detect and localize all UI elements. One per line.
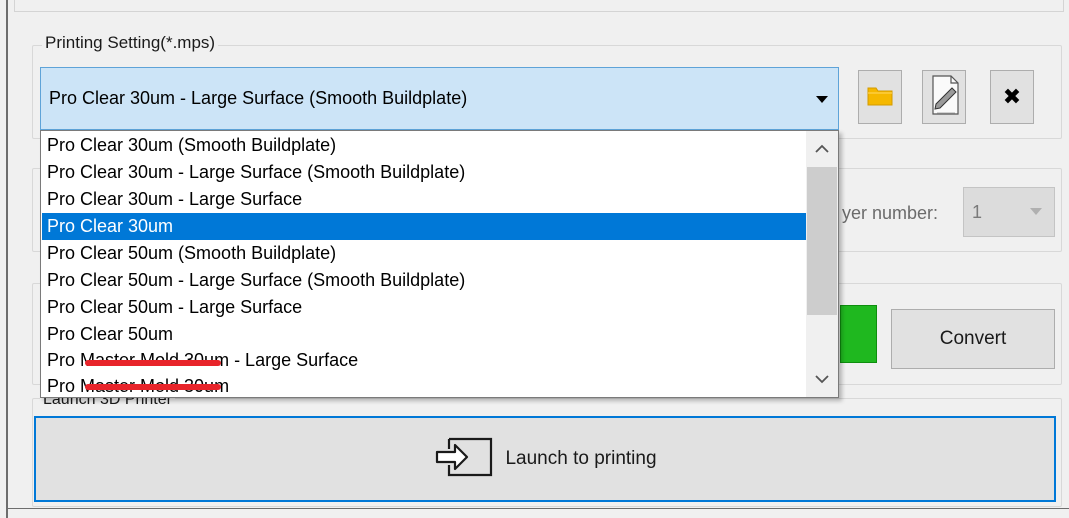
redaction-mark bbox=[85, 360, 221, 366]
import-arrow-icon bbox=[433, 435, 497, 484]
chevron-down-icon bbox=[1030, 208, 1042, 215]
folder-icon bbox=[867, 84, 893, 111]
window-bottom-border bbox=[8, 508, 1069, 509]
scroll-up-button[interactable] bbox=[806, 135, 838, 165]
dropdown-arrow-icon bbox=[816, 96, 828, 103]
chevron-down-icon bbox=[815, 371, 829, 389]
combobox-selected-value: Pro Clear 30um - Large Surface (Smooth B… bbox=[49, 88, 468, 108]
launch-to-printing-button[interactable]: Launch to printing bbox=[34, 416, 1056, 502]
list-scrollbar[interactable] bbox=[806, 131, 838, 397]
printing-setting-legend: Printing Setting(*.mps) bbox=[42, 33, 219, 53]
redaction-mark bbox=[85, 384, 221, 390]
edit-document-icon bbox=[927, 73, 961, 122]
edit-setting-button[interactable] bbox=[922, 70, 966, 124]
launch-button-label: Launch to printing bbox=[505, 448, 657, 469]
printing-setting-dropdown-list[interactable]: Pro Clear 30um (Smooth Buildplate) Pro C… bbox=[40, 130, 839, 398]
convert-button[interactable]: Convert bbox=[891, 309, 1055, 369]
list-item[interactable]: Pro Clear 30um - Large Surface bbox=[42, 186, 806, 213]
open-folder-button[interactable] bbox=[858, 70, 902, 124]
convert-button-label: Convert bbox=[939, 328, 1007, 349]
printing-setting-combobox[interactable]: Pro Clear 30um - Large Surface (Smooth B… bbox=[40, 67, 839, 130]
layer-number-select[interactable]: 1 bbox=[963, 187, 1055, 237]
chevron-up-icon bbox=[815, 141, 829, 159]
scrollbar-thumb[interactable] bbox=[807, 167, 837, 315]
list-item[interactable]: Pro Clear 50um - Large Surface bbox=[42, 294, 806, 321]
list-item[interactable]: Pro Clear 50um bbox=[42, 321, 806, 348]
layer-number-label: yer number: bbox=[842, 203, 939, 223]
scroll-down-button[interactable] bbox=[806, 365, 838, 395]
list-item[interactable]: Pro Clear 30um - Large Surface (Smooth B… bbox=[42, 159, 806, 186]
close-icon: ✖ bbox=[1002, 84, 1022, 110]
layer-number-value: 1 bbox=[972, 202, 983, 222]
list-item-selected[interactable]: Pro Clear 30um bbox=[42, 213, 806, 240]
list-item[interactable]: Pro Clear 30um (Smooth Buildplate) bbox=[42, 132, 806, 159]
delete-setting-button[interactable]: ✖ bbox=[990, 70, 1034, 124]
window-left-border bbox=[6, 0, 8, 518]
list-item[interactable]: Pro Clear 50um - Large Surface (Smooth B… bbox=[42, 267, 806, 294]
list-item[interactable]: Pro Clear 50um (Smooth Buildplate) bbox=[42, 240, 806, 267]
status-green-button[interactable] bbox=[840, 305, 877, 363]
upper-panel-edge bbox=[14, 0, 1064, 12]
